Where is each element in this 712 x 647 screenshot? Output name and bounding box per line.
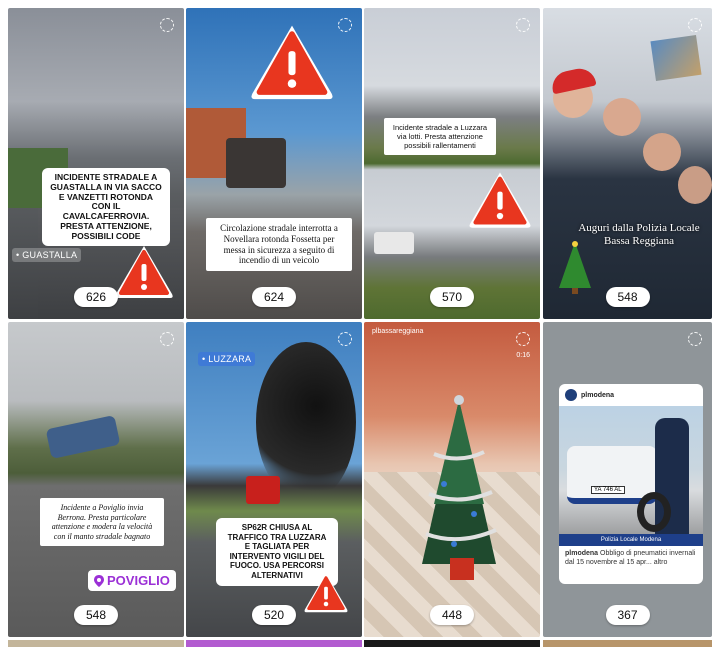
repost-card[interactable]: plmodena YA 746 AL Polizia Locale Modena… <box>559 384 703 584</box>
story-tile-luzzara[interactable]: Incidente stradale a Luzzara via lotti. … <box>364 8 540 319</box>
face <box>603 98 641 136</box>
warning-icon <box>469 172 531 228</box>
story-tile-auguri[interactable]: Auguri dalla Polizia Locale Bassa Reggia… <box>543 8 712 319</box>
location-sticker: POVIGLIO <box>88 570 176 591</box>
face <box>678 166 712 204</box>
story-ring-icon <box>516 332 530 346</box>
view-count: 548 <box>605 287 650 307</box>
location-pin-icon <box>94 574 104 587</box>
tire <box>637 492 671 532</box>
avatar <box>565 389 577 401</box>
fire-truck <box>246 476 280 504</box>
view-count: 520 <box>251 605 297 625</box>
story-tile-sp62r[interactable]: • LUZZARA SP62R CHIUSA AL TRAFFICO TRA L… <box>186 322 362 637</box>
next-row-tile <box>8 640 184 647</box>
repost-account: plmodena <box>581 391 615 399</box>
story-time: 0:16 <box>516 352 530 359</box>
face <box>643 133 681 171</box>
repost-header: plmodena <box>559 384 703 406</box>
warning-icon <box>115 246 173 298</box>
repost-label: Polizia Locale Modena <box>559 534 703 546</box>
license-plate: YA 746 AL <box>591 486 625 494</box>
story-ring-icon <box>338 18 352 32</box>
view-count: 548 <box>73 605 119 625</box>
story-ring-icon <box>338 332 352 346</box>
story-ring-icon <box>160 18 174 32</box>
story-tile-poviglio[interactable]: Incidente a Poviglio inviа Berrona. Pres… <box>8 322 184 637</box>
location-sticker: • GUASTALLA <box>12 248 82 262</box>
warning-icon <box>251 25 333 100</box>
story-tile-tree[interactable]: plbassareggiana 0:16 448 <box>364 322 540 637</box>
story-caption: Circolazione stradale interrotta a Novel… <box>206 218 352 272</box>
account-name: plbassareggiana <box>372 328 424 335</box>
view-count: 626 <box>73 287 119 307</box>
story-ring-icon <box>516 18 530 32</box>
repost-image: YA 746 AL Polizia Locale Modena <box>559 406 703 546</box>
story-ring-icon <box>688 18 702 32</box>
christmas-tree-icon <box>559 241 591 294</box>
wall-painting <box>650 34 702 82</box>
story-ring-icon <box>160 332 174 346</box>
repost-caption: plmodena Obbligo di pneumatici invernali… <box>559 546 703 572</box>
view-count: 570 <box>429 287 475 307</box>
view-count: 448 <box>429 605 475 625</box>
next-row-tile <box>186 640 362 647</box>
story-caption: INCIDENTE STRADALE A GUASTALLA IN VIA SA… <box>42 168 170 247</box>
stories-grid: INCIDENTE STRADALE A GUASTALLA IN VIA SA… <box>0 0 712 647</box>
view-count: 367 <box>605 605 650 625</box>
warning-icon <box>304 573 348 613</box>
story-tile-novellara[interactable]: Circolazione stradale interrotta a Novel… <box>186 8 362 319</box>
next-row-tile <box>543 640 712 647</box>
christmas-tree-icon <box>422 395 497 580</box>
story-caption: Incidente a Poviglio inviа Berrona. Pres… <box>40 498 164 547</box>
location-label: POVIGLIO <box>107 573 170 588</box>
burned-vehicle <box>226 138 286 188</box>
next-row-tile <box>364 640 540 647</box>
crashed-car <box>45 415 121 459</box>
story-tile-plmodena[interactable]: plmodena YA 746 AL Polizia Locale Modena… <box>543 322 712 637</box>
police-car <box>374 232 414 254</box>
story-caption: Incidente stradale a Luzzara via lotti. … <box>384 118 496 155</box>
location-sticker: • LUZZARA <box>198 352 256 366</box>
story-ring-icon <box>688 332 702 346</box>
view-count: 624 <box>251 287 297 307</box>
caption-user: plmodena <box>565 550 599 557</box>
story-tile-guastalla[interactable]: INCIDENTE STRADALE A GUASTALLA IN VIA SA… <box>8 8 184 319</box>
